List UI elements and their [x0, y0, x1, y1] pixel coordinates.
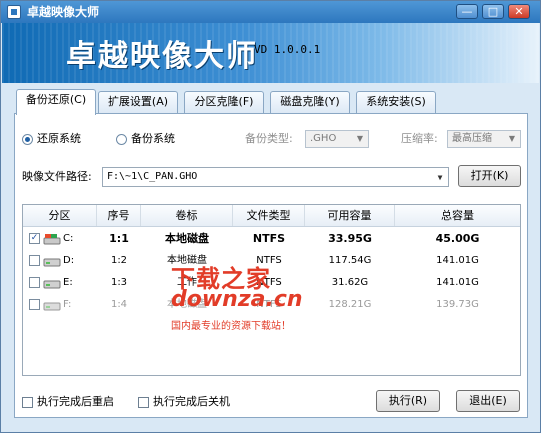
table-row[interactable]: ✓ C: 1:1 本地磁盘 NTFS 33.95G 45.00G [23, 228, 520, 250]
tab-partition-clone[interactable]: 分区克隆(F) [184, 91, 264, 113]
minimize-button[interactable]: — [456, 4, 478, 19]
drive-icon [43, 280, 61, 289]
shutdown-after-label: 执行完成后关机 [153, 395, 230, 408]
restart-after-checkbox[interactable] [22, 397, 33, 408]
row-index: 1:3 [110, 277, 128, 288]
row-volume-label: 工作 [177, 277, 197, 288]
row-index: 1:2 [110, 255, 128, 266]
chevron-down-icon: ▼ [356, 134, 364, 143]
app-icon [7, 5, 21, 19]
table-row[interactable]: D: 1:2 本地磁盘 NTFS 117.54G 141.01G [23, 250, 520, 272]
column-header: 分区 [23, 205, 97, 226]
row-free-space: 33.95G [328, 232, 372, 245]
row-checkbox[interactable] [29, 299, 40, 310]
compression-value: 最高压缩 [452, 133, 492, 144]
drive-letter: E: [63, 277, 73, 288]
chevron-down-icon: ▼ [437, 173, 443, 182]
drive-letter: F: [63, 299, 72, 310]
row-filesystem: NTFS [252, 232, 286, 245]
backup-type-value: .GHO [310, 133, 337, 144]
compression-select[interactable]: 最高压缩 ▼ [447, 130, 521, 148]
compression-label: 压缩率: [401, 132, 438, 145]
window-title: 卓越映像大师 [27, 5, 100, 19]
row-free-space: 128.21G [328, 299, 372, 310]
row-index: 1:1 [109, 232, 129, 245]
maximize-button[interactable]: □ [482, 4, 504, 19]
header-banner: 卓越映像大师 VD 1.0.0.1 [2, 23, 539, 83]
row-total-space: 141.01G [436, 277, 479, 288]
execute-button[interactable]: 执行(R) [376, 390, 440, 412]
row-checkbox[interactable] [29, 255, 40, 266]
version-label: VD 1.0.0.1 [254, 43, 321, 56]
image-path-input[interactable]: F:\~1\C_PAN.GHO ▼ [102, 167, 449, 187]
table-header: 分区 序号 卷标 文件类型 可用容量 总容量 [23, 205, 520, 227]
row-volume-label: 本地磁盘 [167, 299, 207, 310]
row-total-space: 141.01G [436, 255, 479, 266]
column-header: 卷标 [141, 205, 233, 226]
backup-system-label: 备份系统 [131, 132, 175, 145]
row-free-space: 31.62G [331, 277, 369, 288]
chevron-down-icon: ▼ [508, 134, 516, 143]
column-header: 总容量 [441, 209, 474, 222]
restore-system-label: 还原系统 [37, 132, 81, 145]
drive-letter: C: [63, 233, 74, 244]
exit-button[interactable]: 退出(E) [456, 390, 520, 412]
column-header: 序号 [97, 205, 141, 226]
column-header: 可用容量 [305, 205, 395, 226]
system-drive-icon [43, 234, 61, 245]
close-button[interactable]: ✕ [508, 4, 530, 19]
image-path-value: F:\~1\C_PAN.GHO [107, 171, 198, 182]
drive-icon [43, 258, 61, 267]
tab-extended-settings[interactable]: 扩展设置(A) [98, 91, 178, 113]
row-volume-label: 本地磁盘 [167, 255, 207, 266]
drive-icon [43, 302, 61, 311]
open-button[interactable]: 打开(K) [458, 165, 521, 187]
restart-after-label: 执行完成后重启 [37, 395, 114, 408]
row-filesystem: NTFS [256, 255, 282, 266]
row-total-space: 45.00G [435, 232, 480, 245]
row-index: 1:4 [110, 299, 128, 310]
backup-type-select[interactable]: .GHO ▼ [305, 130, 369, 148]
banner-title: 卓越映像大师 [66, 39, 258, 74]
title-bar[interactable]: 卓越映像大师 — □ ✕ [1, 1, 540, 23]
row-filesystem: NTFS [256, 277, 282, 288]
backup-type-label: 备份类型: [245, 132, 293, 145]
app-window: 卓越映像大师 — □ ✕ 卓越映像大师 VD 1.0.0.1 备份还原(C) 扩… [0, 0, 541, 433]
drive-letter: D: [63, 255, 75, 266]
tab-backup-restore[interactable]: 备份还原(C) [16, 89, 96, 115]
partition-table: 分区 序号 卷标 文件类型 可用容量 总容量 ✓ C: 1:1 本地磁盘 NTF… [22, 204, 521, 376]
row-checkbox[interactable] [29, 277, 40, 288]
tab-system-install[interactable]: 系统安装(S) [356, 91, 436, 113]
row-checkbox[interactable]: ✓ [29, 233, 40, 244]
restore-system-radio[interactable] [22, 134, 33, 145]
row-volume-label: 本地磁盘 [165, 232, 209, 245]
table-row[interactable]: F: 1:4 本地磁盘 NTFS 128.21G 139.73G [23, 294, 520, 316]
table-row[interactable]: E: 1:3 工作 NTFS 31.62G 141.01G [23, 272, 520, 294]
backup-system-radio[interactable] [116, 134, 127, 145]
column-header: 文件类型 [233, 205, 305, 226]
tab-disk-clone[interactable]: 磁盘克隆(Y) [270, 91, 350, 113]
row-total-space: 139.73G [436, 299, 479, 310]
shutdown-after-checkbox[interactable] [138, 397, 149, 408]
row-free-space: 117.54G [328, 255, 372, 266]
image-path-label: 映像文件路径: [22, 170, 92, 183]
row-filesystem: NTFS [256, 299, 282, 310]
